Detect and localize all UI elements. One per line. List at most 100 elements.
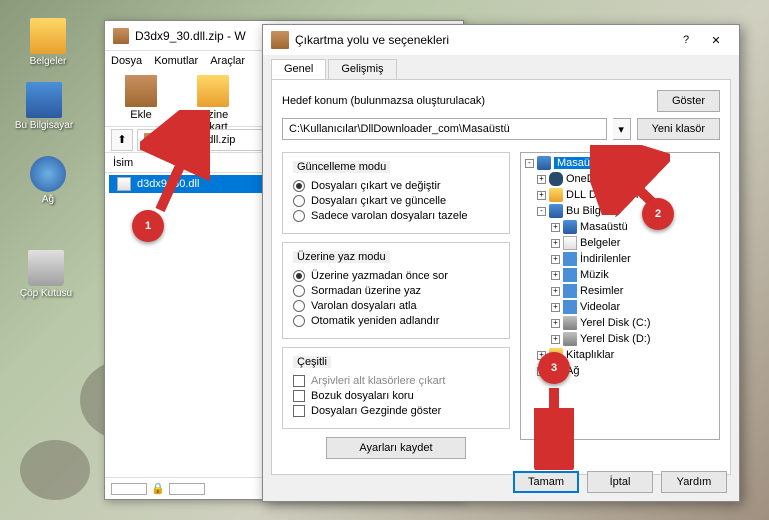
expand-icon[interactable]: + [551, 319, 560, 328]
status-segment [169, 483, 205, 495]
radio-icon [293, 180, 305, 192]
checkbox-icon [293, 375, 305, 387]
tree-node-icon [563, 236, 577, 250]
folder-icon [30, 18, 66, 54]
show-button[interactable]: Göster [657, 90, 720, 112]
checkbox-icon [293, 405, 305, 417]
help-button[interactable]: Yardım [661, 471, 727, 493]
tree-node-label: Müzik [580, 269, 609, 281]
radio-extract-update[interactable]: Dosyaları çıkart ve güncelle [293, 195, 499, 207]
check-show-explorer[interactable]: Dosyaları Gezginde göster [293, 405, 499, 417]
overwrite-mode-title: Üzerine yaz modu [293, 251, 390, 263]
annotation-badge-3: 3 [538, 352, 570, 384]
dialog-titlebar[interactable]: Çıkartma yolu ve seçenekleri ? ✕ [263, 25, 739, 55]
path-up-button[interactable]: ⬆ [111, 129, 133, 151]
add-icon [125, 75, 157, 107]
annotation-arrow-1 [140, 110, 210, 220]
misc-group: Çeşitli Arşivleri alt klasörlere çıkart … [282, 347, 510, 429]
tree-node[interactable]: +Yerel Disk (C:) [523, 315, 717, 331]
desktop-icon-recyclebin[interactable]: Çöp Kutusu [16, 250, 76, 299]
tab-advanced[interactable]: Gelişmiş [328, 59, 396, 79]
tree-node-label: Kitaplıklar [566, 349, 614, 361]
update-mode-title: Güncelleme modu [293, 161, 390, 173]
tab-general[interactable]: Genel [271, 59, 326, 79]
help-icon: ? [683, 34, 689, 46]
expand-icon[interactable]: - [537, 207, 546, 216]
dest-path-input[interactable]: C:\Kullanıcılar\DllDownloader_com\Masaüs… [282, 118, 607, 140]
radio-extract-replace[interactable]: Dosyaları çıkart ve değiştir [293, 180, 499, 192]
expand-icon[interactable]: + [551, 255, 560, 264]
tree-node-label: Resimler [580, 285, 623, 297]
tree-node-label: İndirilenler [580, 253, 631, 265]
tree-node-label: Belgeler [580, 237, 620, 249]
radio-icon [293, 270, 305, 282]
tree-node-icon [563, 332, 577, 346]
network-icon [30, 156, 66, 192]
tree-node-label: Videolar [580, 301, 620, 313]
dest-path-dropdown[interactable]: ▾ [613, 118, 631, 140]
ok-button[interactable]: Tamam [513, 471, 579, 493]
new-folder-button[interactable]: Yeni klasör [637, 118, 720, 140]
tree-node-icon [549, 172, 563, 186]
check-keep-broken[interactable]: Bozuk dosyaları koru [293, 390, 499, 402]
recyclebin-icon [28, 250, 64, 286]
tree-node[interactable]: + Resimler [523, 283, 717, 299]
expand-icon[interactable]: + [551, 271, 560, 280]
expand-icon[interactable]: + [537, 191, 546, 200]
computer-icon [26, 82, 62, 118]
radio-icon [293, 210, 305, 222]
status-segment [111, 483, 147, 495]
misc-title: Çeşitli [293, 356, 331, 368]
annotation-arrow-3 [534, 380, 574, 470]
annotation-badge-1: 1 [132, 210, 164, 242]
checkbox-icon [293, 390, 305, 402]
save-settings-button[interactable]: Ayarları kaydet [326, 437, 466, 459]
check-subfolders[interactable]: Arşivleri alt klasörlere çıkart [293, 375, 499, 387]
expand-icon[interactable]: + [551, 223, 560, 232]
tree-node-icon [563, 268, 577, 282]
radio-icon [293, 315, 305, 327]
radio-auto-rename[interactable]: Otomatik yeniden adlandır [293, 315, 499, 327]
expand-icon[interactable]: + [551, 287, 560, 296]
desktop-icon-documents[interactable]: Belgeler [18, 18, 78, 67]
close-icon: ✕ [711, 34, 720, 47]
expand-icon[interactable]: + [551, 303, 560, 312]
chevron-down-icon: ▾ [618, 123, 624, 136]
extract-dialog: Çıkartma yolu ve seçenekleri ? ✕ Genel G… [262, 24, 740, 502]
desktop-icon-computer[interactable]: Bu Bilgisayar [14, 82, 74, 131]
tree-node-icon [549, 188, 563, 202]
tree-node-icon [563, 252, 577, 266]
radio-ask-overwrite[interactable]: Üzerine yazmadan önce sor [293, 270, 499, 282]
overwrite-mode-group: Üzerine yaz modu Üzerine yazmadan önce s… [282, 242, 510, 339]
tree-node[interactable]: +Masaüstü [523, 219, 717, 235]
close-button[interactable]: ✕ [701, 28, 731, 52]
tree-node[interactable]: + İndirilenler [523, 251, 717, 267]
desktop-icon-network[interactable]: Ağ [18, 156, 78, 205]
expand-icon[interactable]: + [537, 175, 546, 184]
tree-node[interactable]: + Videolar [523, 299, 717, 315]
desktop-icon-label: Belgeler [18, 56, 78, 67]
radio-overwrite-noask[interactable]: Sormadan üzerine yaz [293, 285, 499, 297]
menu-commands[interactable]: Komutlar [154, 55, 198, 67]
tree-node[interactable]: + Yerel Disk (D:) [523, 331, 717, 347]
menu-tools[interactable]: Araçlar [210, 55, 245, 67]
dialog-title-text: Çıkartma yolu ve seçenekleri [295, 33, 671, 47]
help-button[interactable]: ? [671, 28, 701, 52]
expand-icon[interactable]: + [551, 239, 560, 248]
tree-node[interactable]: + Müzik [523, 267, 717, 283]
expand-icon[interactable]: - [525, 159, 534, 168]
update-mode-group: Güncelleme modu Dosyaları çıkart ve deği… [282, 152, 510, 234]
radio-icon [293, 195, 305, 207]
tree-node-icon [549, 204, 563, 218]
radio-freshen[interactable]: Sadece varolan dosyaları tazele [293, 210, 499, 222]
up-arrow-icon: ⬆ [117, 133, 126, 146]
dialog-app-icon [271, 31, 289, 49]
cancel-button[interactable]: İptal [587, 471, 653, 493]
menu-file[interactable]: Dosya [111, 55, 142, 67]
expand-icon[interactable]: + [551, 335, 560, 344]
radio-skip-existing[interactable]: Varolan dosyaları atla [293, 300, 499, 312]
tree-node-label: Yerel Disk (D:) [580, 333, 651, 345]
radio-icon [293, 285, 305, 297]
tree-node[interactable]: + Belgeler [523, 235, 717, 251]
extract-icon [197, 75, 229, 107]
